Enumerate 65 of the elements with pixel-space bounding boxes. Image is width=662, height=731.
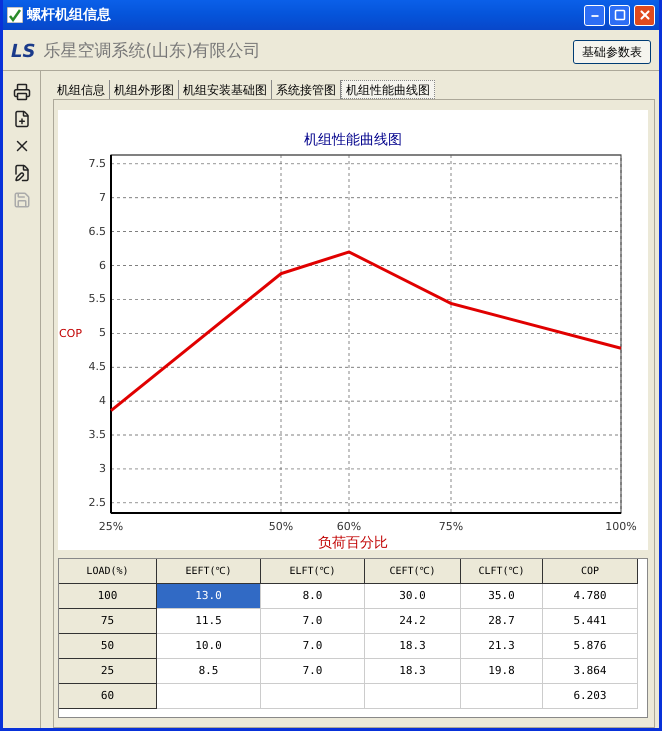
table-cell: 7.0 xyxy=(261,659,365,684)
y-tick-label: 2.5 xyxy=(88,496,106,508)
table-cell: 10.0 xyxy=(157,634,261,659)
row-header: 25 xyxy=(59,659,157,684)
row-header: 100 xyxy=(59,584,157,609)
row-header: 60 xyxy=(59,684,157,709)
y-axis-label: COP xyxy=(59,328,82,339)
y-tick-label: 3 xyxy=(98,462,106,474)
y-tick-label: 3.5 xyxy=(88,429,106,440)
y-tick-label: 4.5 xyxy=(88,361,106,372)
y-tick-label: 4 xyxy=(98,395,106,406)
edit-document-icon[interactable] xyxy=(12,164,30,182)
table-cell: 4.780 xyxy=(543,584,638,609)
column-header: COP xyxy=(543,559,638,584)
y-tick-label: 7 xyxy=(98,192,106,203)
x-tick-label: 60% xyxy=(336,521,362,532)
y-tick-label: 5 xyxy=(98,327,106,338)
maximize-icon xyxy=(614,9,626,21)
y-tick-label: 5.5 xyxy=(88,293,106,304)
x-axis-label: 负荷百分比 xyxy=(317,536,389,550)
x-tick-label: 75% xyxy=(438,521,464,532)
column-header: CEFT(℃) xyxy=(365,559,461,584)
minimize-button[interactable] xyxy=(584,4,605,26)
table-cell: 8.0 xyxy=(261,584,365,609)
app-icon xyxy=(7,7,23,23)
table-cell: 18.3 xyxy=(365,659,461,684)
column-header: LOAD(%) xyxy=(59,559,157,584)
table-cell: 28.7 xyxy=(461,609,543,634)
y-tick-label: 7.5 xyxy=(88,158,106,169)
company-name: 乐星空调系统(山东)有限公司 xyxy=(43,40,262,63)
table-cell: 3.864 xyxy=(543,659,638,684)
chart-title: 机组性能曲线图 xyxy=(303,131,403,150)
table-cell: 24.2 xyxy=(365,609,461,634)
logo: LS xyxy=(11,40,36,64)
row-header: 50 xyxy=(59,634,157,659)
x-tick-label: 25% xyxy=(98,521,124,532)
table-cell: 11.5 xyxy=(157,609,261,634)
table-cell: 7.0 xyxy=(261,634,365,659)
close-button[interactable] xyxy=(634,4,655,26)
x-tick-label: 100% xyxy=(604,521,638,532)
y-tick-label: 6 xyxy=(98,260,106,271)
column-header: EEFT(℃) xyxy=(157,559,261,584)
table-cell: 19.8 xyxy=(461,659,543,684)
table-cell: 18.3 xyxy=(365,634,461,659)
table-cell: 21.3 xyxy=(461,634,543,659)
column-header: CLFT(℃) xyxy=(461,559,543,584)
y-tick-label: 6.5 xyxy=(88,226,106,237)
printer-icon[interactable] xyxy=(12,83,30,101)
tab[interactable]: 机组性能曲线图 xyxy=(341,80,435,99)
close-icon xyxy=(638,8,652,22)
table-cell: 5.441 xyxy=(543,609,638,634)
table-cell: 8.5 xyxy=(157,659,261,684)
basic-parameters-button[interactable]: 基础参数表 xyxy=(573,40,651,64)
column-header: ELFT(℃) xyxy=(261,559,365,584)
maximize-button[interactable] xyxy=(609,4,630,26)
table-cell: 5.876 xyxy=(543,634,638,659)
new-document-icon[interactable] xyxy=(12,110,30,128)
table-cell: 6.203 xyxy=(543,684,638,709)
window-title: 螺杆机组信息 xyxy=(27,6,112,24)
table-cell: 13.0 xyxy=(157,584,261,609)
x-tick-label: 50% xyxy=(268,521,294,532)
table-cell: 7.0 xyxy=(261,609,365,634)
row-header: 75 xyxy=(59,609,157,634)
table-cell: 35.0 xyxy=(461,584,543,609)
table-cell: 30.0 xyxy=(365,584,461,609)
